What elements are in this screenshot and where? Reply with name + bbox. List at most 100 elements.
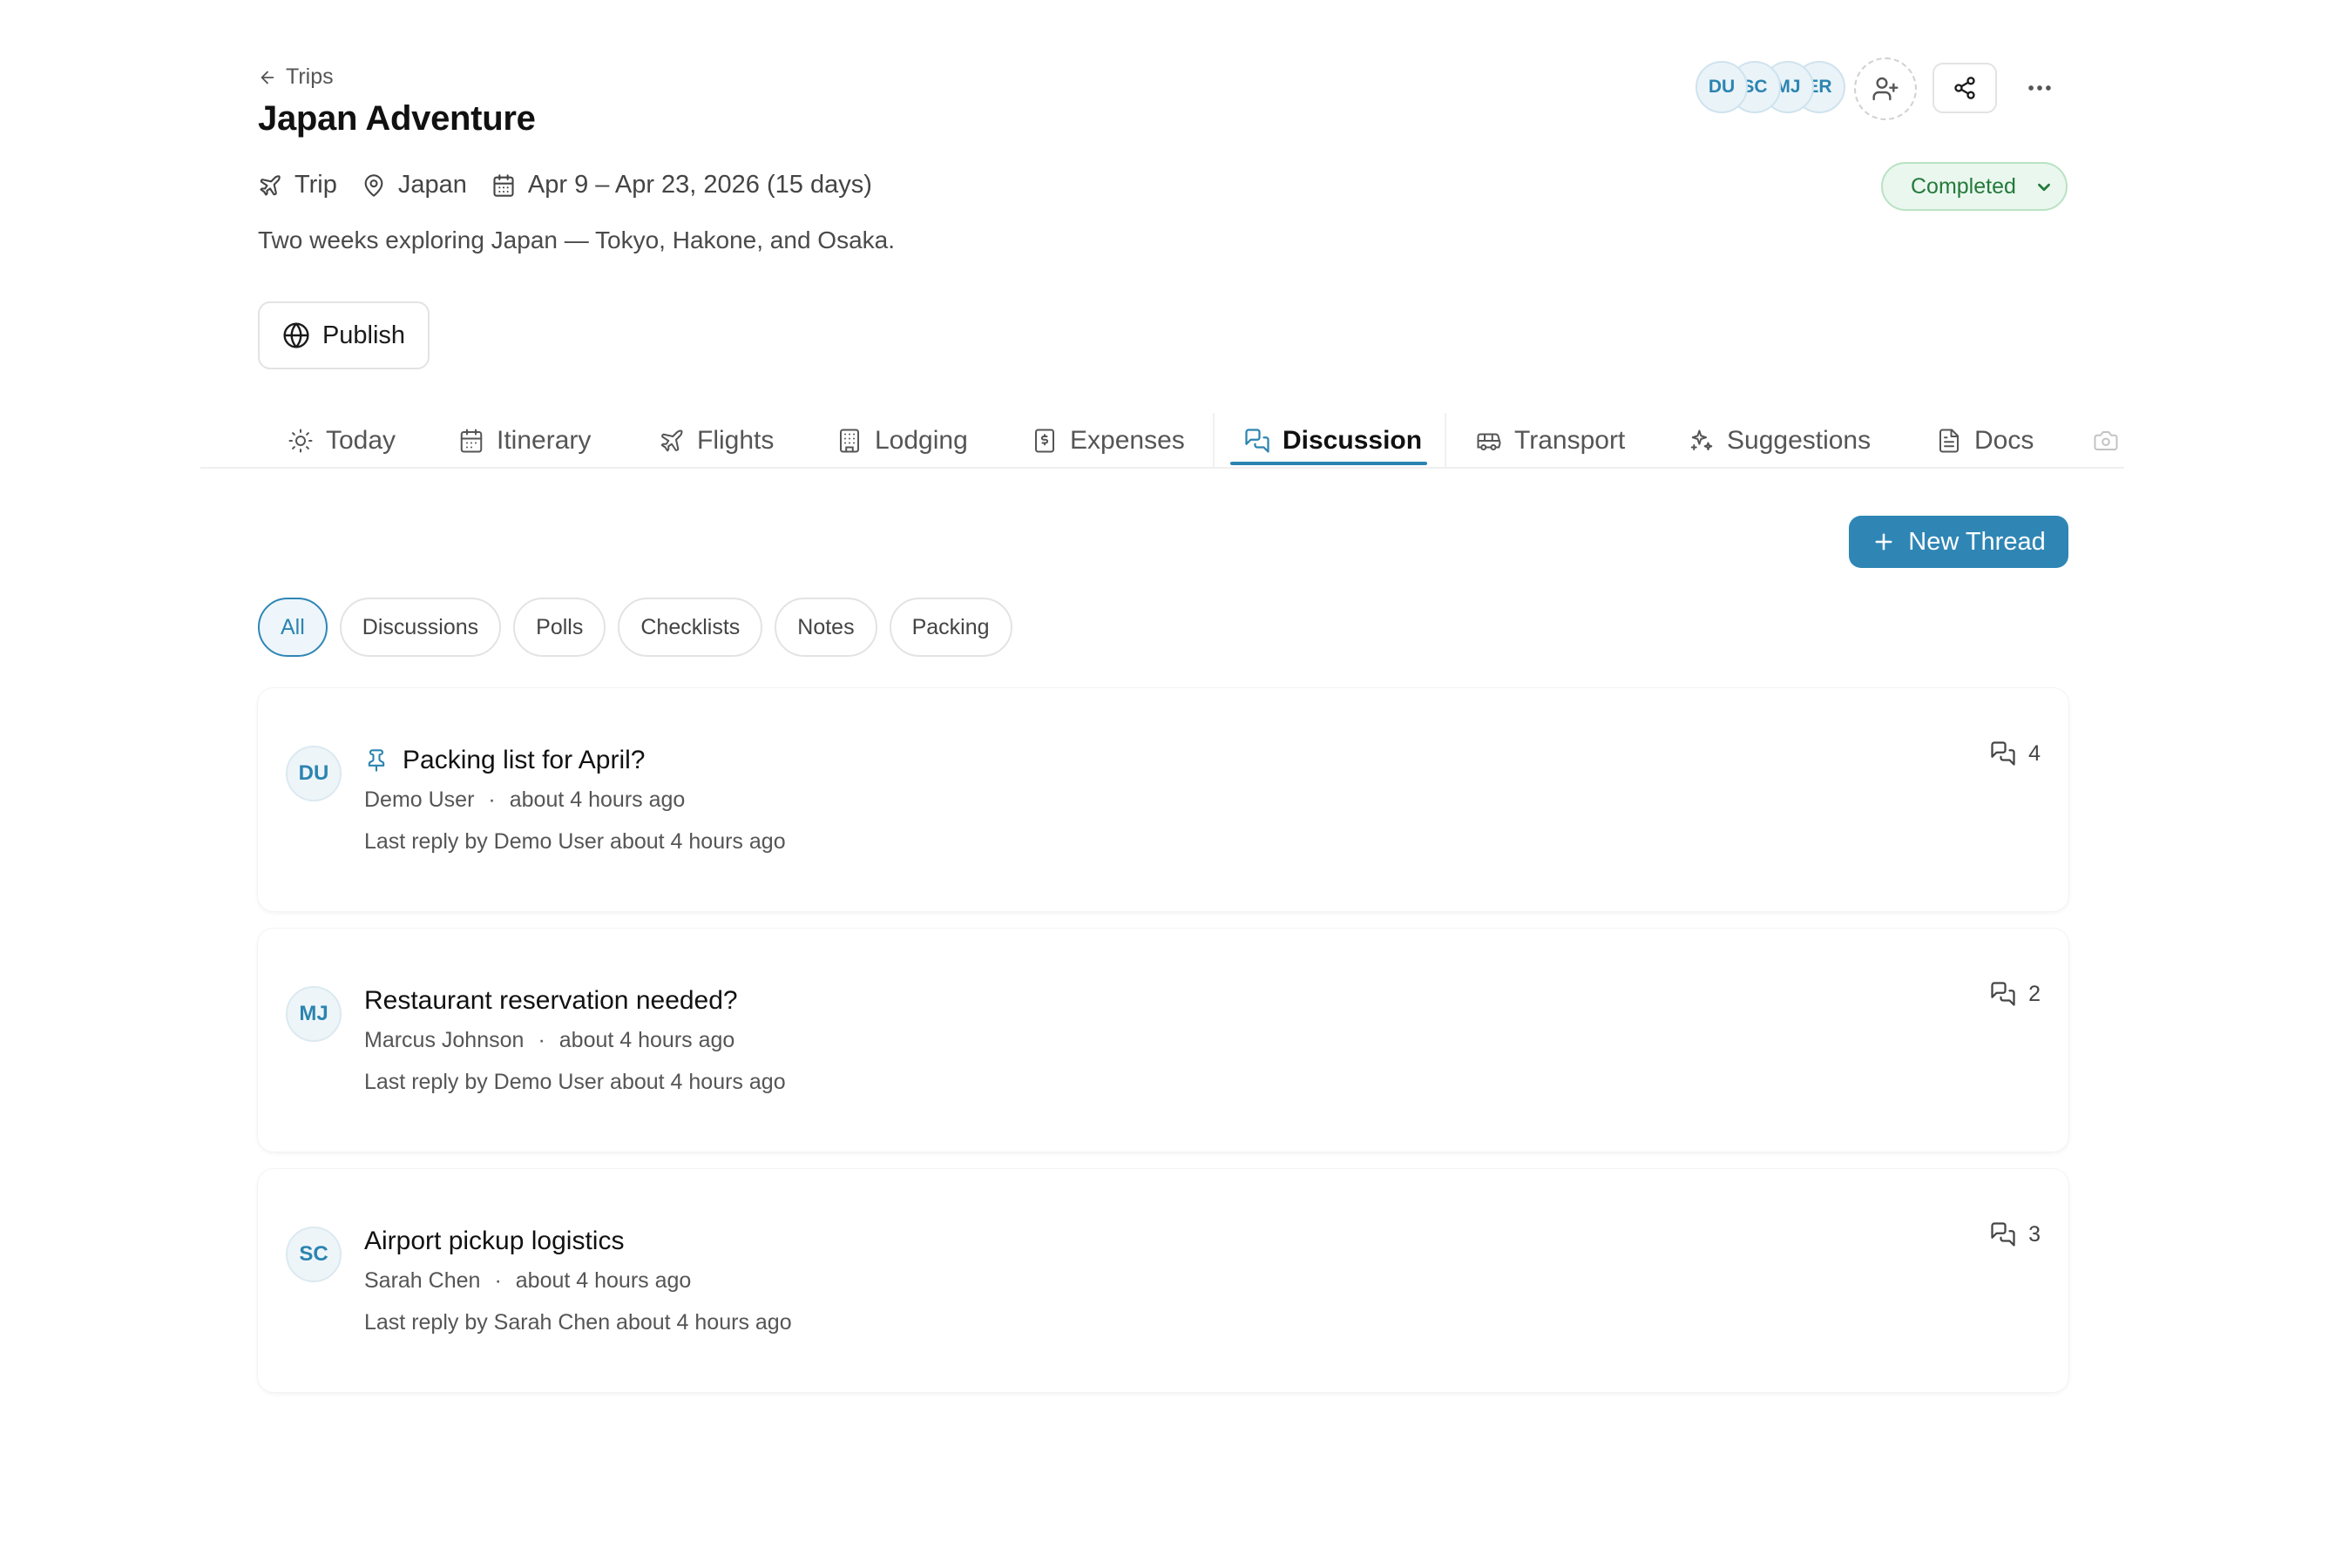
tab-label: Lodging [875,426,968,455]
separator-dot: · [538,1028,545,1052]
thread-author: Sarah Chen [364,1268,481,1293]
new-thread-label: New Thread [1908,527,2046,556]
tab-itinerary[interactable]: Itinerary [458,416,591,465]
thread-last-reply: Last reply by Sarah Chen about 4 hours a… [364,1310,792,1335]
back-to-trips-link[interactable]: Trips [258,64,334,90]
tab-expenses[interactable]: Expenses [1032,416,1185,465]
trip-type: Trip [258,171,337,199]
tab-today[interactable]: Today [288,416,396,465]
tab-label: Itinerary [497,426,592,455]
active-tab-indicator [1230,462,1427,465]
tab-label: Flights [697,426,775,455]
publish-button[interactable]: Publish [258,301,430,369]
thread-last-reply: Last reply by Demo User about 4 hours ag… [364,1070,786,1094]
thread-time: about 4 hours ago [558,1028,735,1052]
thread-card[interactable]: SC Airport pickup logistics Sarah Chen ·… [258,1169,2068,1392]
filter-polls[interactable]: Polls [513,598,606,657]
user-plus-icon [1872,75,1899,103]
arrow-left-icon [258,68,277,87]
more-options-button[interactable] [2013,63,2067,113]
thread-card[interactable]: DU Packing list for April? Demo User · a… [258,688,2068,911]
tab-label: Transport [1514,426,1626,455]
globe-icon [282,321,310,349]
tab-label: Discussion [1283,426,1423,455]
tab-bar: Today Itinerary Flights Lodging Expenses… [200,416,2124,469]
trip-dates-label: Apr 9 – Apr 23, 2026 (15 days) [527,171,872,199]
new-thread-button[interactable]: New Thread [1849,516,2068,568]
page-title: Japan Adventure [258,99,536,138]
filter-discussions[interactable]: Discussions [339,598,502,657]
pin-icon [364,748,389,773]
share-icon [1953,76,1977,100]
sparkles-icon [1689,428,1715,454]
tab-lodging[interactable]: Lodging [836,416,968,465]
publish-label: Publish [322,321,406,349]
reply-count: 4 [1990,740,2041,767]
calendar-icon [458,428,484,454]
thread-meta: Demo User · about 4 hours ago [364,787,685,813]
avatar: SC [286,1227,342,1282]
tab-docs[interactable]: Docs [1936,416,2034,465]
member-avatars[interactable]: DU SC MJ ER [1696,61,1845,115]
tab-label: Expenses [1070,426,1185,455]
plane-icon [659,428,685,454]
tab-divider [1213,413,1215,467]
more-horizontal-icon [2025,73,2054,103]
chat-icon [1990,740,2016,767]
thread-last-reply: Last reply by Demo User about 4 hours ag… [364,829,786,854]
tab-transport[interactable]: Transport [1476,416,1625,465]
thread-meta: Marcus Johnson · about 4 hours ago [364,1028,734,1053]
trip-dates: Apr 9 – Apr 23, 2026 (15 days) [491,171,872,199]
thread-author: Marcus Johnson [364,1028,525,1052]
reply-count: 3 [1990,1221,2041,1247]
building-icon [836,428,863,454]
plus-icon [1872,530,1896,554]
tab-suggestions[interactable]: Suggestions [1689,416,1871,465]
tab-discussion[interactable]: Discussion [1244,416,1422,465]
separator-dot: · [494,1268,502,1293]
thread-title-text: Airport pickup logistics [364,1227,625,1255]
receipt-icon [1032,428,1058,454]
filter-notes[interactable]: Notes [775,598,877,657]
add-member-button[interactable] [1854,57,1917,120]
map-pin-icon [362,173,386,198]
avatar: DU [286,746,342,801]
separator-dot: · [488,787,496,812]
thread-title-text: Packing list for April? [403,746,646,774]
reply-count-value: 2 [2028,981,2041,1006]
thread-meta: Sarah Chen · about 4 hours ago [364,1268,691,1294]
thread-title-text: Restaurant reservation needed? [364,986,738,1015]
filter-checklists[interactable]: Checklists [618,598,763,657]
tab-flights[interactable]: Flights [659,416,774,465]
thread-card[interactable]: MJ Restaurant reservation needed? Marcus… [258,929,2068,1152]
filter-all[interactable]: All [258,598,328,657]
camera-icon [2093,428,2119,454]
trip-meta: Trip Japan Apr 9 – Apr 23, 2026 (15 days… [258,171,872,199]
reply-count: 2 [1990,981,2041,1007]
tab-divider [1445,413,1446,467]
chat-icon [1990,1221,2016,1247]
thread-time: about 4 hours ago [515,1268,692,1293]
reply-count-value: 4 [2028,740,2041,766]
chat-icon [1990,981,2016,1007]
thread-title: Restaurant reservation needed? [364,986,738,1016]
chat-icon [1244,428,1270,454]
avatar[interactable]: DU [1696,61,1748,113]
thread-title: Packing list for April? [364,746,645,775]
tab-photos-overflow[interactable] [2093,416,2119,465]
filter-packing[interactable]: Packing [889,598,1012,657]
status-dropdown[interactable]: Completed [1881,162,2068,211]
trip-type-label: Trip [294,171,337,199]
sun-icon [288,428,314,454]
share-button[interactable] [1932,63,1997,113]
thread-title: Airport pickup logistics [364,1227,624,1256]
calendar-icon [491,173,516,198]
trip-location: Japan [362,171,467,199]
trip-description: Two weeks exploring Japan — Tokyo, Hakon… [258,226,895,253]
document-icon [1936,428,1962,454]
reply-count-value: 3 [2028,1221,2041,1247]
status-label: Completed [1911,173,2016,199]
thread-author: Demo User [364,787,475,812]
tab-label: Suggestions [1727,426,1872,455]
trip-location-label: Japan [397,171,467,199]
